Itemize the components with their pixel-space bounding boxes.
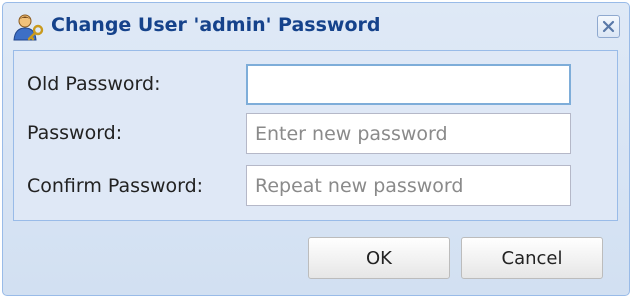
ok-button[interactable]: OK	[308, 237, 450, 279]
change-password-dialog: Change User 'admin' Password Old Passwor…	[2, 2, 630, 296]
user-key-icon	[12, 13, 46, 41]
confirm-password-label: Confirm Password:	[27, 175, 204, 197]
dialog-title: Change User 'admin' Password	[51, 14, 381, 36]
password-form: Old Password: Password: Confirm Password…	[13, 50, 618, 221]
old-password-field[interactable]	[246, 64, 571, 105]
close-icon	[602, 20, 615, 33]
close-button[interactable]	[597, 15, 620, 38]
confirm-password-field[interactable]	[246, 165, 571, 206]
new-password-field[interactable]	[246, 113, 571, 154]
dialog-titlebar[interactable]: Change User 'admin' Password	[3, 3, 629, 51]
password-label: Password:	[27, 122, 123, 144]
old-password-label: Old Password:	[27, 73, 161, 95]
cancel-button[interactable]: Cancel	[461, 237, 603, 279]
